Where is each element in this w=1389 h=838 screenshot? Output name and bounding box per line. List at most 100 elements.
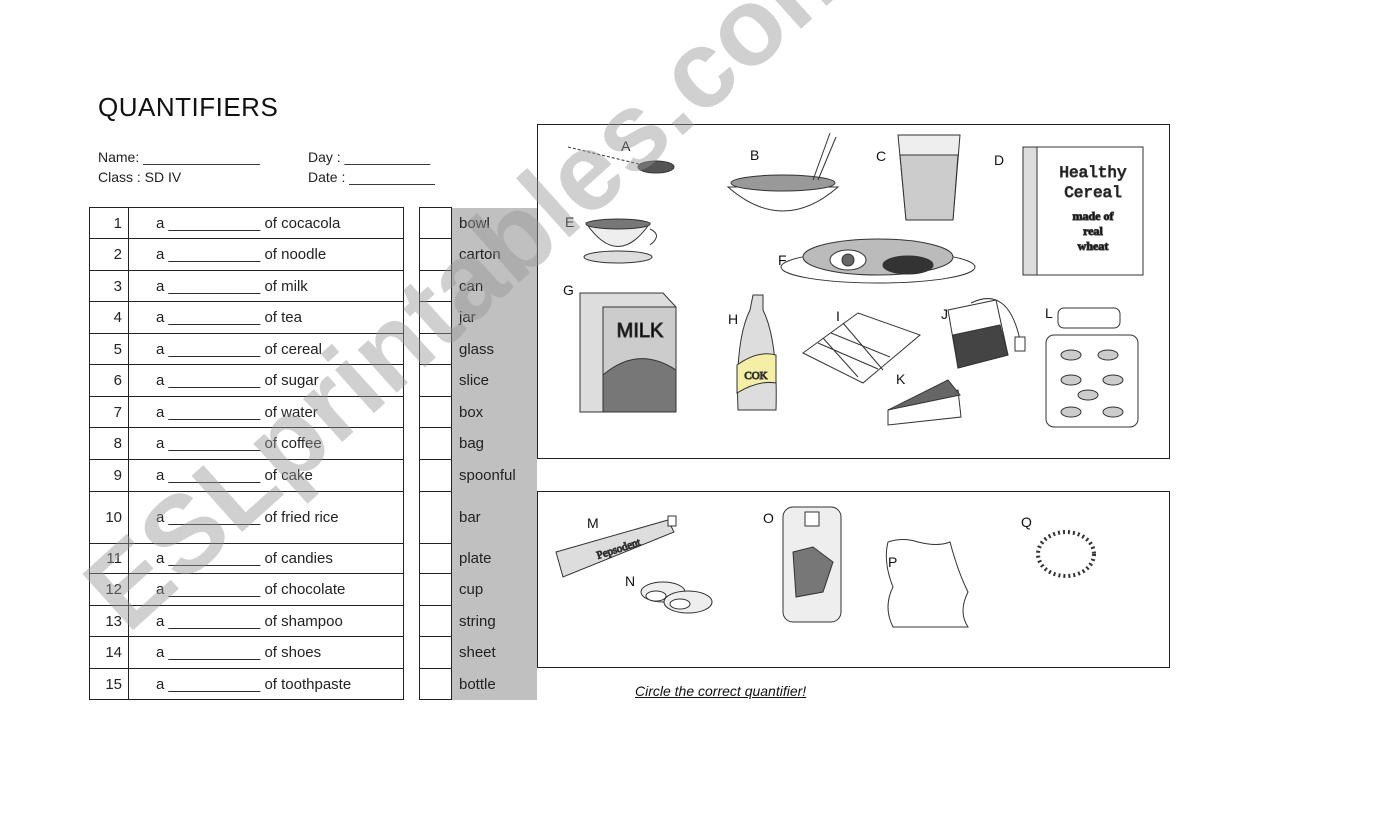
answer-box[interactable] xyxy=(419,396,452,428)
picture-label: I xyxy=(836,308,840,324)
row-text: a ___________ of shampoo xyxy=(128,605,404,637)
cereal-text-3: made of xyxy=(1073,209,1115,223)
teabag-icon xyxy=(947,298,1026,369)
picture-label: H xyxy=(728,311,739,327)
picture-box-1: Healthy Cereal made of real wheat MILK C… xyxy=(537,124,1170,459)
row-number: 9 xyxy=(89,459,129,492)
quantifier-word: bag xyxy=(451,427,537,460)
word-row: box xyxy=(419,396,537,428)
table-row: 5a ___________ of cereal xyxy=(89,333,404,365)
cereal-box-icon: Healthy Cereal made of real wheat xyxy=(1022,146,1144,276)
plate-icon xyxy=(780,238,976,284)
answer-box[interactable] xyxy=(419,207,452,239)
page-title: QUANTIFIERS xyxy=(98,92,279,122)
answer-box[interactable] xyxy=(419,573,452,606)
quantifier-word: bowl xyxy=(451,207,537,239)
word-row: cup xyxy=(419,573,537,606)
cereal-text-5: wheat xyxy=(1078,239,1109,253)
milk-carton-icon: MILK xyxy=(579,292,677,413)
row-text: a ___________ of chocolate xyxy=(128,573,404,606)
word-row: sheet xyxy=(419,636,537,669)
answer-box[interactable] xyxy=(419,543,452,574)
answer-box[interactable] xyxy=(419,427,452,460)
row-number: 14 xyxy=(89,636,129,669)
quantifier-word: sheet xyxy=(451,636,537,669)
table-row: 3a ___________ of milk xyxy=(89,270,404,302)
quantifier-word: spoonful xyxy=(451,459,537,492)
quantifier-word: bottle xyxy=(451,668,537,700)
answer-box[interactable] xyxy=(419,270,452,302)
word-row: plate xyxy=(419,543,537,574)
can-icon xyxy=(782,506,842,623)
answer-box[interactable] xyxy=(419,238,452,271)
quantifier-word: carton xyxy=(451,238,537,271)
row-number: 15 xyxy=(89,668,129,700)
word-row: bag xyxy=(419,427,537,460)
bead-string-icon xyxy=(1036,530,1096,578)
table-row: 8a ___________ of coffee xyxy=(89,427,404,460)
quantifier-word: slice xyxy=(451,364,537,397)
date-field: Date : ___________ xyxy=(308,169,435,185)
candy-jar-icon xyxy=(1045,307,1139,428)
quantifier-word: plate xyxy=(451,543,537,574)
quantifier-word: glass xyxy=(451,333,537,365)
row-number: 1 xyxy=(89,207,129,239)
word-row: bottle xyxy=(419,668,537,700)
cok-text: COK xyxy=(744,370,767,382)
answer-box[interactable] xyxy=(419,364,452,397)
answer-box[interactable] xyxy=(419,636,452,669)
table-row: 13 a ___________ of shampoo xyxy=(89,605,404,637)
bottle-icon: COK xyxy=(736,294,777,411)
worksheet: QUANTIFIERS Name: _______________ Day : … xyxy=(0,0,1389,838)
answer-box[interactable] xyxy=(419,301,452,334)
picture-label: E xyxy=(565,214,575,230)
row-text: a ___________ of milk xyxy=(128,270,404,302)
toothpaste-icon: Pepsodent xyxy=(555,515,677,578)
picture-label: C xyxy=(876,148,887,164)
day-field: Day : ___________ xyxy=(308,149,431,165)
word-table: bowl carton can jar glass slice box bag spoonful… xyxy=(419,207,537,700)
milk-text: MILK xyxy=(617,320,664,342)
table-row: 4a ___________ of tea xyxy=(89,301,404,334)
picture-label: P xyxy=(888,554,898,570)
quantifier-word: box xyxy=(451,396,537,428)
row-text: a ___________ of water xyxy=(128,396,404,428)
shoes-icon xyxy=(640,581,713,614)
row-text: a ___________ of coffee xyxy=(128,427,404,460)
row-text: a ___________ of shoes xyxy=(128,636,404,669)
answer-box[interactable] xyxy=(419,459,452,492)
row-text: a ___________ of tea xyxy=(128,301,404,334)
row-text: a ___________ of cocacola xyxy=(128,207,404,239)
instruction-text: Circle the correct quantifier! xyxy=(635,683,807,699)
row-text: a ___________ of toothpaste xyxy=(128,668,404,700)
paper-sheet-icon xyxy=(885,539,969,628)
picture-label: M xyxy=(587,515,599,531)
glass-icon xyxy=(897,134,961,221)
picture-label: L xyxy=(1045,305,1053,321)
row-number: 2 xyxy=(89,238,129,271)
row-number: 6 xyxy=(89,364,129,397)
row-number: 4 xyxy=(89,301,129,334)
cereal-text-4: real xyxy=(1083,224,1103,238)
table-row: 7a ___________ of water xyxy=(89,396,404,428)
answer-box[interactable] xyxy=(419,668,452,700)
answer-box[interactable] xyxy=(419,491,452,544)
table-row: 11 a ___________ of candies xyxy=(89,543,404,574)
row-number: 7 xyxy=(89,396,129,428)
row-number: 5 xyxy=(89,333,129,365)
word-row: glass xyxy=(419,333,537,365)
quantifier-word: jar xyxy=(451,301,537,334)
picture-label: G xyxy=(563,282,574,298)
row-number: 13 xyxy=(89,605,129,637)
picture-label: N xyxy=(625,573,636,589)
answer-box[interactable] xyxy=(419,333,452,365)
word-row: slice xyxy=(419,364,537,397)
quantifier-word: bar xyxy=(451,491,537,544)
row-number: 3 xyxy=(89,270,129,302)
word-row: jar xyxy=(419,301,537,334)
cereal-text-1: Healthy xyxy=(1059,164,1127,182)
row-number: 11 xyxy=(89,543,129,574)
picture-label: Q xyxy=(1021,514,1032,530)
answer-box[interactable] xyxy=(419,605,452,637)
row-number: 8 xyxy=(89,427,129,460)
